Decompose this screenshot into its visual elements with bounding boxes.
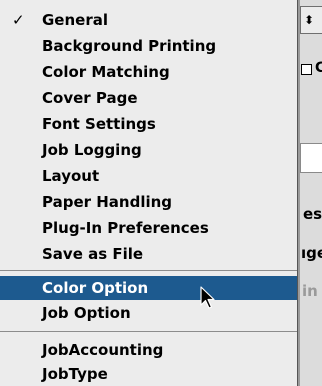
mouse-pointer-icon	[200, 286, 215, 309]
menu-item-label: General	[42, 11, 108, 29]
background-checkbox[interactable]	[301, 64, 312, 75]
menu-item-label: Font Settings	[42, 115, 156, 133]
menu-item-label: Job Option	[42, 304, 131, 322]
popup-arrows-icon: ⬍	[304, 13, 315, 27]
menu-item-label: Paper Handling	[42, 193, 173, 211]
menu-item-label: Color Matching	[42, 63, 170, 81]
menu-item-job-option[interactable]: Job Option	[0, 301, 297, 325]
menu-item-font-settings[interactable]: Font Settings	[0, 112, 297, 136]
menu-item-cover-page[interactable]: Cover Page	[0, 86, 297, 110]
menu-item-plug-in-preferences[interactable]: Plug-In Preferences	[0, 216, 297, 240]
background-checkbox-label: C	[315, 60, 322, 76]
menu-separator	[0, 331, 297, 332]
menu-separator	[0, 270, 297, 271]
menu-item-label: JobType	[42, 365, 108, 383]
panel-popup-menu: ✓ General Background Printing Color Matc…	[0, 0, 298, 386]
menu-item-color-option[interactable]: Color Option	[0, 276, 297, 300]
menu-item-label: Layout	[42, 167, 100, 185]
menu-item-label: Color Option	[42, 279, 149, 297]
background-label-3: in	[302, 282, 318, 300]
menu-item-layout[interactable]: Layout	[0, 164, 297, 188]
menu-item-background-printing[interactable]: Background Printing	[0, 34, 297, 58]
checkmark-icon: ✓	[12, 11, 25, 29]
menu-item-job-logging[interactable]: Job Logging	[0, 138, 297, 162]
menu-item-label: Job Logging	[42, 141, 142, 159]
menu-item-label: JobAccounting	[42, 341, 164, 359]
menu-item-label: Save as File	[42, 245, 144, 263]
menu-item-label: Cover Page	[42, 89, 138, 107]
menu-item-color-matching[interactable]: Color Matching	[0, 60, 297, 84]
menu-item-jobtype[interactable]: JobType	[0, 362, 297, 386]
menu-item-paper-handling[interactable]: Paper Handling	[0, 190, 297, 214]
menu-item-general[interactable]: ✓ General	[0, 8, 297, 32]
menu-item-label: Plug-In Preferences	[42, 219, 209, 237]
background-label-1: es	[303, 205, 322, 223]
background-label-2: ıge	[301, 244, 322, 262]
background-text-field[interactable]	[300, 143, 322, 173]
menu-item-jobaccounting[interactable]: JobAccounting	[0, 338, 297, 362]
menu-item-save-as-file[interactable]: Save as File	[0, 242, 297, 266]
menu-item-label: Background Printing	[42, 37, 217, 55]
